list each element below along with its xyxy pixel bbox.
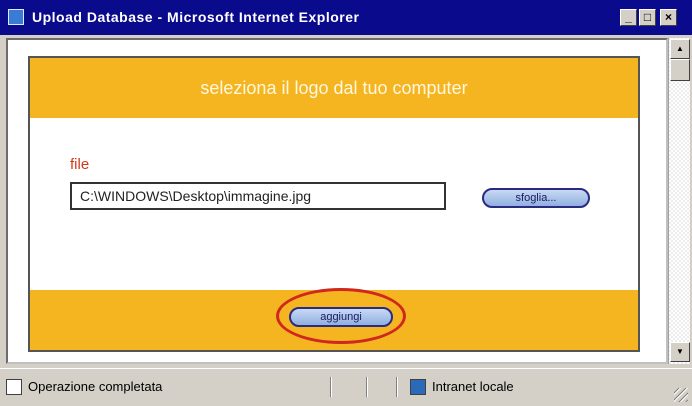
arrow-up-icon: ▲ xyxy=(676,44,684,53)
title-bar[interactable]: Upload Database - Microsoft Internet Exp… xyxy=(0,0,692,35)
panel-header: seleziona il logo dal tuo computer xyxy=(200,78,468,98)
status-divider xyxy=(396,377,398,397)
highlight-circle xyxy=(276,288,406,344)
arrow-down-icon: ▼ xyxy=(676,347,684,356)
minimize-button[interactable]: _ xyxy=(620,9,637,26)
browser-window: Upload Database - Microsoft Internet Exp… xyxy=(0,0,692,406)
status-text: Operazione completata xyxy=(28,379,163,394)
file-path-input[interactable] xyxy=(70,182,446,210)
scroll-thumb[interactable] xyxy=(670,59,690,81)
scroll-up-button[interactable]: ▲ xyxy=(670,39,690,59)
status-divider xyxy=(330,377,332,397)
resize-grip[interactable] xyxy=(674,388,688,402)
upload-panel: seleziona il logo dal tuo computer file … xyxy=(28,56,640,352)
ie-app-icon xyxy=(8,9,24,25)
zone-text: Intranet locale xyxy=(432,379,514,394)
page-viewport: seleziona il logo dal tuo computer file … xyxy=(6,38,668,364)
close-icon: × xyxy=(664,10,672,24)
panel-body: file sfoglia... xyxy=(30,118,638,290)
vertical-scrollbar[interactable]: ▲ ▼ xyxy=(668,38,690,364)
status-divider xyxy=(366,377,368,397)
status-bar: Operazione completata Intranet locale xyxy=(0,368,692,406)
minimize-icon: _ xyxy=(625,10,632,24)
scroll-down-button[interactable]: ▼ xyxy=(670,342,690,362)
close-button[interactable]: × xyxy=(660,9,677,26)
window-title: Upload Database - Microsoft Internet Exp… xyxy=(32,9,360,25)
intranet-zone-icon xyxy=(410,379,426,395)
maximize-icon: □ xyxy=(643,10,652,24)
ie-page-icon xyxy=(6,379,22,395)
file-label: file xyxy=(70,156,90,173)
maximize-button[interactable]: □ xyxy=(639,9,656,26)
browse-button[interactable]: sfoglia... xyxy=(482,188,590,208)
